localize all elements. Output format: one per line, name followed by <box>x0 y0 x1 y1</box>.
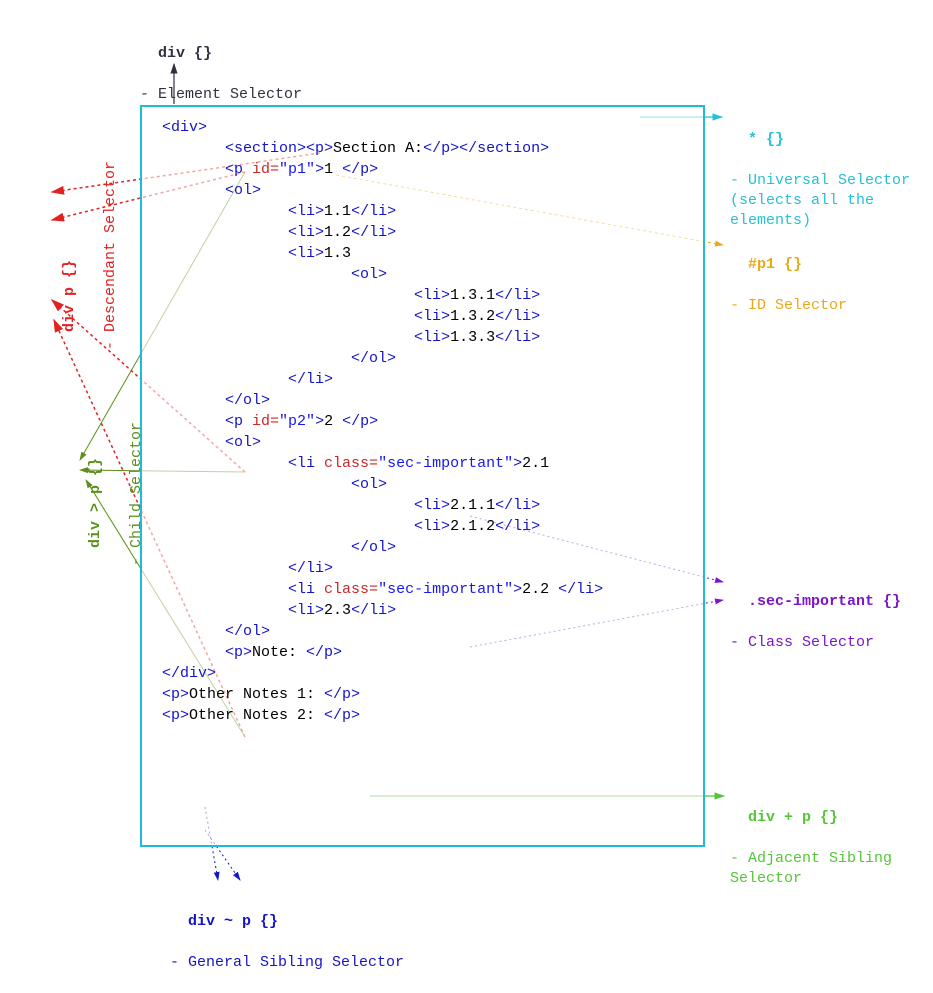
label-descendant-selector: div p {} - Descendant Selector <box>40 161 141 350</box>
label-id-selector: #p1 {} - ID Selector <box>730 235 847 336</box>
label-universal-selector: * {} - Universal Selector (selects all t… <box>730 110 910 252</box>
label-class-selector: .sec-important {} - Class Selector <box>730 572 901 673</box>
label-general-sibling-selector: div ~ p {} - General Sibling Selector <box>170 892 404 993</box>
code-block: <div> <section><p>Section A:</p></sectio… <box>140 105 705 847</box>
label-adjacent-sibling-selector: div + p {} - Adjacent Sibling Selector <box>730 788 892 910</box>
